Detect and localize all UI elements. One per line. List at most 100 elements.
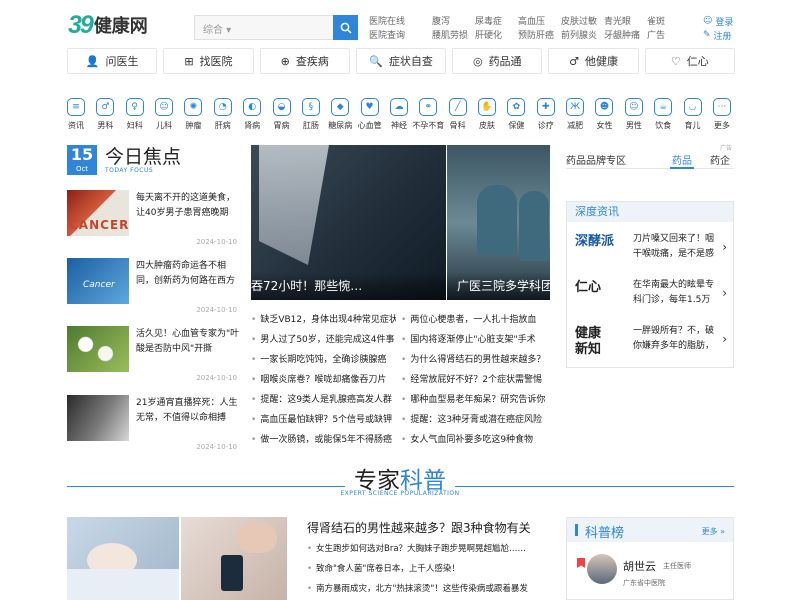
category-item[interactable]: ≡ 资讯 (64, 98, 88, 134)
news-item[interactable]: 咽喉炎席卷？喉咙却痛像吞刀片 (251, 372, 396, 385)
focus-item[interactable]: CANCER 每天离不开的这道美食，让40岁男子患胃癌晚期 2024-10-10 (67, 190, 237, 252)
site-logo[interactable]: 39 健康网 (68, 11, 148, 39)
category-item[interactable]: Ж 减肥 (563, 98, 587, 134)
deep-news-title: 深度资讯 (567, 202, 733, 222)
nav-find-hospital[interactable]: ⊞ 找医院 (163, 48, 254, 74)
deep-news-logo: 健康新知 (575, 326, 602, 357)
heart-icon: ♡ (670, 54, 681, 68)
news-item[interactable]: 经常放屁好不好？2个症状需警惕 (401, 372, 546, 385)
nav-check-disease[interactable]: ⊕ 查疾病 (259, 48, 350, 74)
news-item[interactable]: 高血压最怕缺钾？5个信号或缺钾 (251, 412, 396, 425)
category-item[interactable]: ☻ 女性 (592, 98, 616, 134)
article-headline[interactable]: 得肾结石的男性越来越多？跟3种食物有关 (307, 519, 531, 536)
category-item[interactable]: ✚ 诊疗 (534, 98, 558, 134)
tab-pharma[interactable]: 药企 (710, 152, 730, 167)
category-item[interactable]: ✋ 皮肤 (475, 98, 499, 134)
stomach-icon: ◒ (272, 98, 291, 116)
focus-thumbnail (67, 395, 129, 441)
search-input[interactable] (243, 18, 331, 37)
search-button[interactable] (333, 15, 358, 40)
more-link[interactable]: 更多 » (702, 526, 725, 537)
hot-link[interactable]: 尿毒症 (475, 14, 502, 27)
hot-link[interactable]: 青光眼 (604, 14, 631, 27)
active-tab-indicator (670, 167, 694, 169)
category-item[interactable]: ☁ 神经 (387, 98, 411, 134)
register-link[interactable]: ✎ 注册 (703, 28, 733, 42)
article-item[interactable]: 致命"食人菌"席卷日本，上千人感染！ (307, 562, 460, 574)
category-item[interactable]: ♀ 妇科 (123, 98, 147, 134)
category-item[interactable]: ◐ 肾病 (240, 98, 264, 134)
hot-link[interactable]: 腰肌劳损 (432, 28, 468, 41)
hot-link[interactable]: 预防肝癌 (518, 28, 554, 41)
ad-label: 广告 (647, 31, 666, 41)
hot-link[interactable]: 牙龈肿痛 (604, 28, 640, 41)
slide-image[interactable]: 广医三院多学科团 (447, 145, 550, 300)
news-item[interactable]: 哪种血型易老年痴呆？研究告诉你 (401, 392, 546, 405)
slide-caption[interactable]: 吞72小时！那些惋… (251, 272, 446, 300)
news-item[interactable]: 为什么得肾结石的男性越来越多？ (401, 352, 546, 365)
category-item[interactable]: ◆ 糖尿病 (328, 98, 352, 134)
category-item[interactable]: ☺ 男性 (622, 98, 646, 134)
focus-thumbnail[interactable]: Cancer (67, 258, 129, 304)
category-item[interactable]: ◡ 育儿 (681, 98, 705, 134)
category-item[interactable]: ◔ 肝病 (211, 98, 235, 134)
article-item[interactable]: 南方暴雨成灾，北方"热抹滚烫"！这些传染病或跟着暴发 (307, 582, 528, 594)
news-item[interactable]: 提醒：这9类人是乳腺癌高发人群 (251, 392, 396, 405)
article-image[interactable] (67, 517, 179, 600)
news-item[interactable]: 提醒：这3种牙膏或潜在癌症风险 (401, 412, 546, 425)
category-item[interactable]: ✿ 保健 (504, 98, 528, 134)
brain-icon: ☁ (389, 98, 408, 116)
category-item[interactable]: ♥ 心血管 (358, 98, 382, 134)
hot-link[interactable]: 皮肤过敏 (561, 14, 597, 27)
nav-symptom-check[interactable]: 🔍 症状自查 (355, 48, 447, 74)
doctor-name[interactable]: 胡世云 (623, 558, 656, 574)
nav-ask-doctor[interactable]: 👤 问医生 (67, 48, 158, 74)
news-item[interactable]: 缺乏VB12，身体出现4种常见症状 (251, 312, 396, 325)
category-item[interactable]: ◒ 胃病 (270, 98, 294, 134)
focus-item[interactable]: 21岁通宵直播猝死：人生无常，不值得以命相搏 2024-10-10 (67, 395, 237, 457)
deep-news-item[interactable]: 深酵派 刀片嗓又回来了！咽干喉咙痛，是不是感 › (575, 226, 727, 272)
slide-image[interactable]: 吞72小时！那些惋… (251, 145, 446, 300)
news-item[interactable]: 两位心梗患者，一人扎十指放血 (401, 312, 546, 325)
category-item[interactable]: ☺ 儿科 (152, 98, 176, 134)
avatar[interactable] (587, 554, 617, 584)
category-item[interactable]: ··· 更多 (710, 98, 734, 134)
article-image[interactable] (181, 517, 287, 600)
nav-medicine[interactable]: ◎ 药品通 (452, 48, 543, 74)
hot-link[interactable]: 高血压 (518, 14, 545, 27)
login-link[interactable]: ☺ 登录 (703, 14, 733, 28)
kidney-icon: ◐ (243, 98, 262, 116)
article-item[interactable]: 女生跑步如何选对Bra？大胸妹子跑步晃啊晃超尴尬…… (307, 542, 526, 554)
news-item[interactable]: 国内将逐渐停止"心脏支架"手术 (401, 332, 546, 345)
focus-title: 今日焦点 (105, 146, 182, 168)
category-item[interactable]: ⚭ 不孕不育 (412, 98, 444, 134)
news-item[interactable]: 做一次肠镜，或能保5年不得肠癌 (251, 432, 396, 445)
image-slider[interactable]: 吞72小时！那些惋… 广医三院多学科团 (251, 145, 550, 300)
hot-link[interactable]: 医院查询 (369, 28, 405, 41)
hot-link[interactable]: 肝硬化 (475, 28, 502, 41)
nav-renxin[interactable]: ♡ 仁心 (644, 48, 735, 74)
hot-link[interactable]: 雀斑 (647, 14, 665, 27)
focus-item[interactable]: 活久见！心血管专家为"叶酸是否防中风"开撕 2024-10-10 (67, 326, 239, 388)
nav-his-health[interactable]: ♂ 他健康 (548, 48, 639, 74)
category-item[interactable]: ☕ 饮食 (651, 98, 675, 134)
deep-news-item[interactable]: 仁心 在华南最大的眩晕专科门诊，每年1.5万 › (575, 272, 727, 318)
category-item[interactable]: ╱ 骨科 (446, 98, 470, 134)
news-item[interactable]: 男人过了50岁，还能完成这4件事 (251, 332, 396, 345)
slide-caption[interactable]: 广医三院多学科团 (447, 272, 550, 300)
category-item[interactable]: § 肛肠 (299, 98, 323, 134)
search-type-select[interactable]: 综合 ▾ (203, 21, 231, 36)
woman-icon: ☻ (595, 98, 614, 116)
hot-link[interactable]: 腹泻 (432, 14, 450, 27)
tab-medicine[interactable]: 药品 (672, 152, 692, 167)
news-item[interactable]: 女人气血同补要多吃这9种食物 (401, 432, 546, 445)
deep-news-item[interactable]: 健康新知 一胖毁所有？不，破你嫌弃多年的脂肪， › (575, 318, 727, 364)
focus-thumbnail[interactable]: CANCER (67, 190, 129, 236)
more-icon: ··· (712, 98, 731, 116)
hot-link[interactable]: 前列腺炎 (561, 28, 597, 41)
category-item[interactable]: ✺ 肿瘤 (181, 98, 205, 134)
news-item[interactable]: 一家长期吃饨饨，全确诊胰腺癌 (251, 352, 396, 365)
focus-item[interactable]: Cancer 四大肿瘤药命运各不相同，创新药为何路在西方 2024-10-10 (67, 258, 237, 320)
hot-link[interactable]: 医院在线 (369, 14, 405, 27)
category-item[interactable]: ♂ 男科 (93, 98, 117, 134)
